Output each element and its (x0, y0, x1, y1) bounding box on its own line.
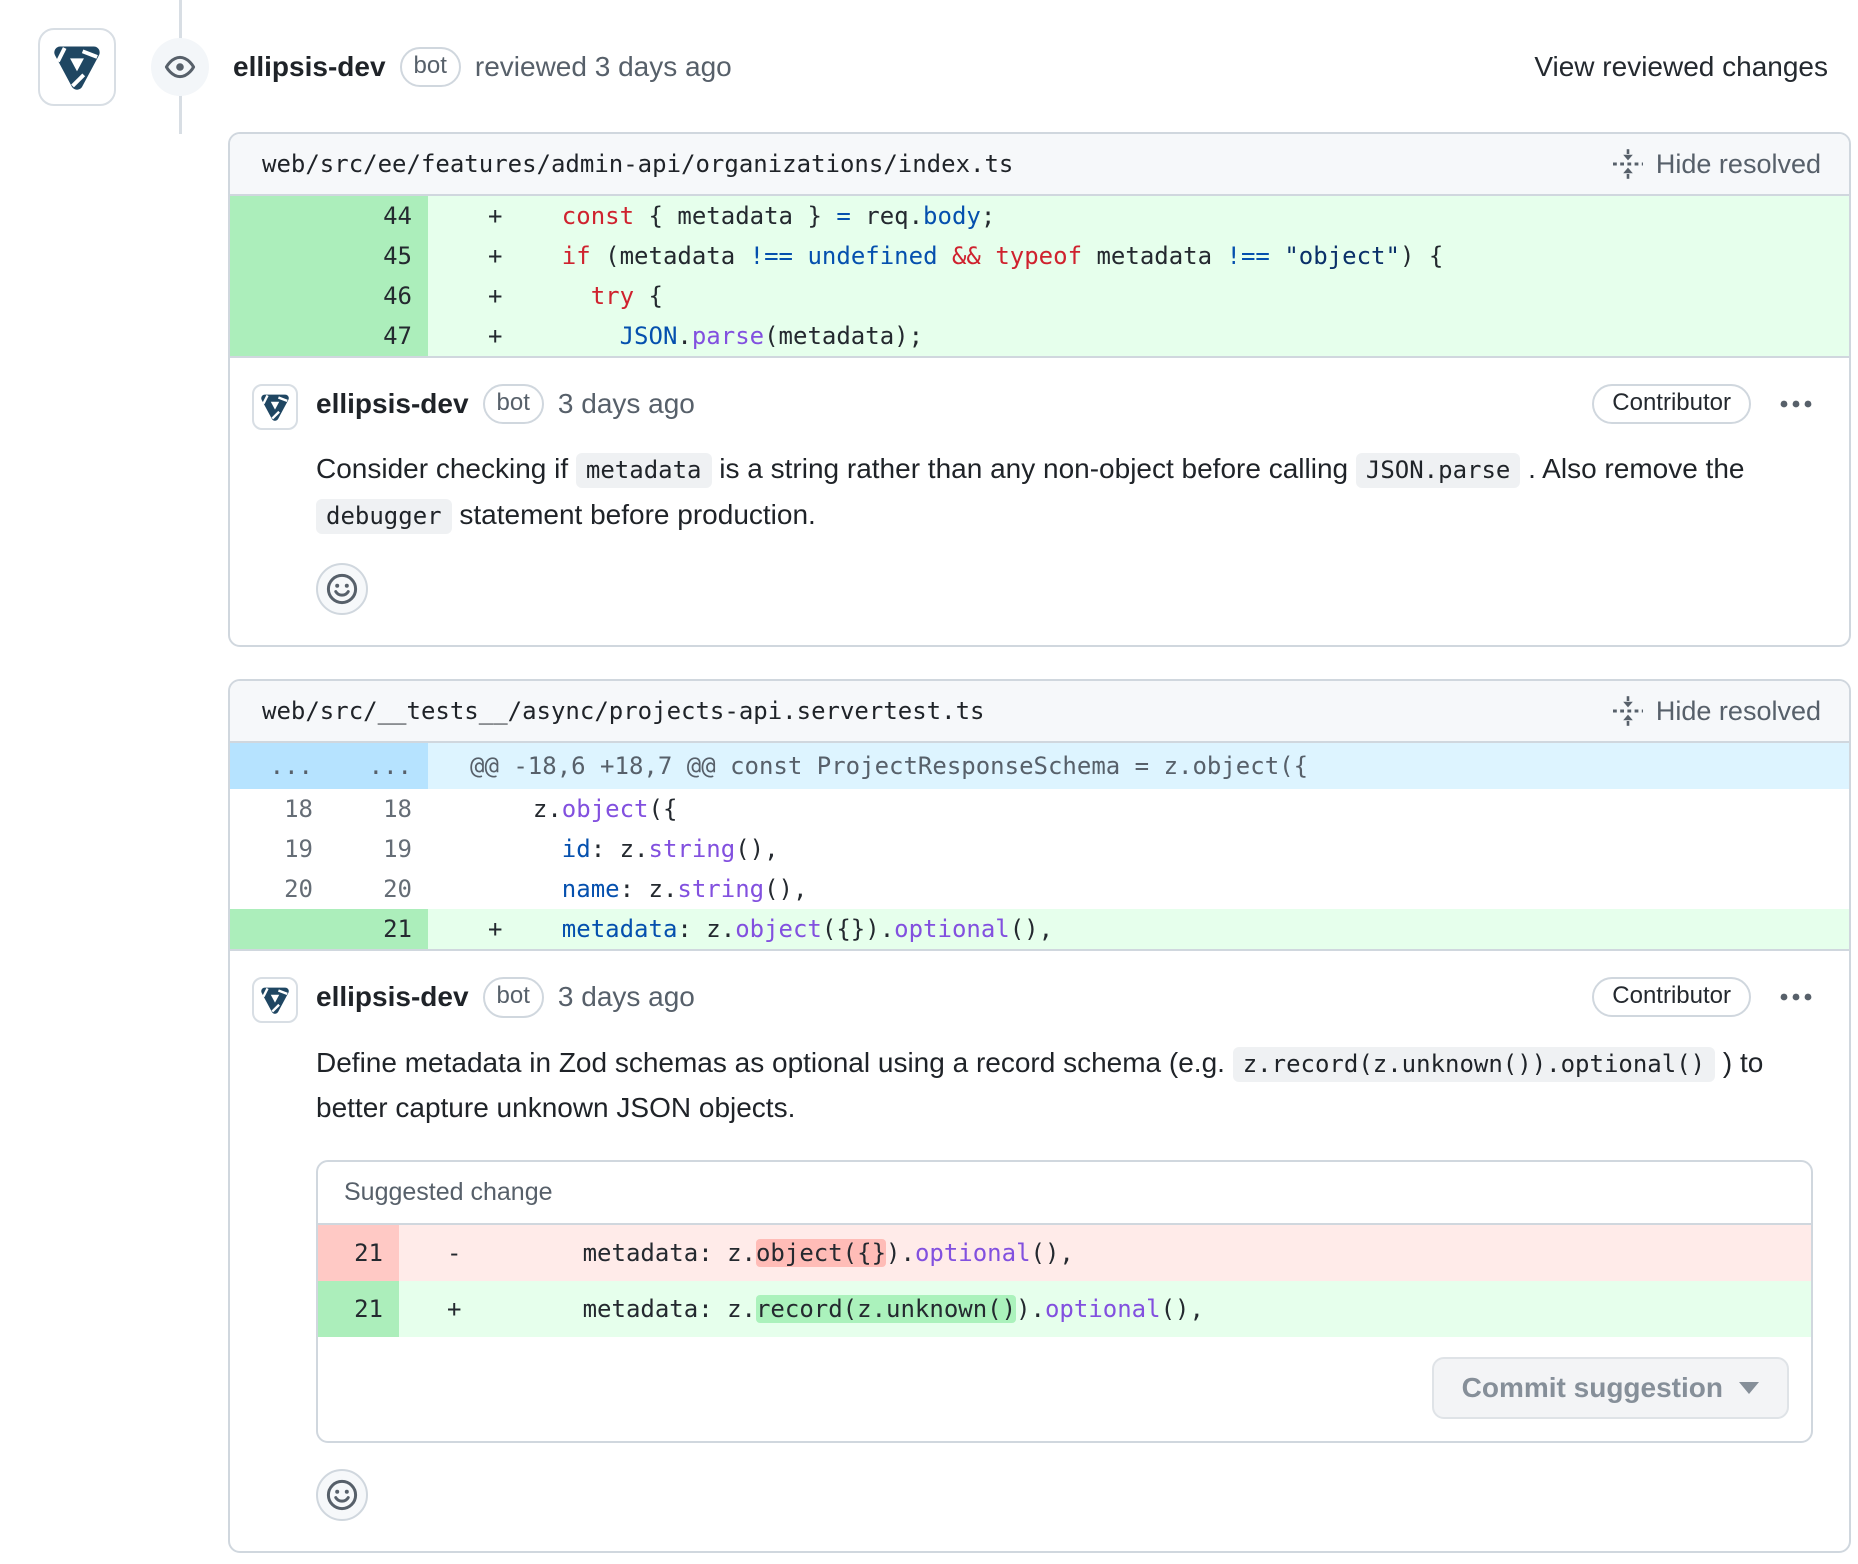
comment-options-button[interactable] (1779, 398, 1813, 410)
suggested-change-diff: 21- metadata: z.object({}).optional(),21… (318, 1225, 1811, 1337)
code-diff: 44+ const { metadata } = req.body;45+ if… (230, 196, 1849, 358)
commit-suggestion-label: Commit suggestion (1462, 1372, 1723, 1404)
eye-icon (151, 38, 209, 96)
kebab-icon (1779, 398, 1813, 410)
diff-row: 46+ try { (230, 276, 1849, 316)
file-path-link[interactable]: web/src/__tests__/async/projects-api.ser… (262, 697, 984, 725)
diff-row: ......@@ -18,6 +18,7 @@ const ProjectRes… (230, 743, 1849, 789)
comment-timestamp[interactable]: 3 days ago (558, 388, 695, 420)
smiley-icon (326, 573, 358, 605)
smiley-icon (326, 1479, 358, 1511)
comment-avatar[interactable] (252, 384, 298, 430)
suggestion-diff-row: 21- metadata: z.object({}).optional(), (318, 1225, 1811, 1281)
comment-author[interactable]: ellipsis-dev (316, 388, 469, 420)
add-reaction-button[interactable] (316, 563, 368, 615)
author-association-badge: Contributor (1592, 384, 1751, 424)
comment-author[interactable]: ellipsis-dev (316, 981, 469, 1013)
diff-row: 47+ JSON.parse(metadata); (230, 316, 1849, 356)
diff-row: 2020 name: z.string(), (230, 869, 1849, 909)
reviewer-name[interactable]: ellipsis-dev (233, 51, 386, 83)
review-thread-card-2: web/src/__tests__/async/projects-api.ser… (228, 679, 1851, 1553)
comment-header: ellipsis-dev bot 3 days ago Contributor (316, 384, 1813, 424)
hide-resolved-label: Hide resolved (1656, 149, 1821, 180)
hide-resolved-button[interactable]: Hide resolved (1612, 695, 1821, 727)
commit-suggestion-button[interactable]: Commit suggestion (1432, 1357, 1789, 1419)
add-reaction-button[interactable] (316, 1469, 368, 1521)
reviewer-avatar[interactable] (38, 28, 116, 106)
comment-body: Consider checking if metadata is a strin… (316, 446, 1813, 537)
bot-badge: bot (483, 977, 544, 1017)
diff-row: 1818 z.object({ (230, 789, 1849, 829)
review-comment: ellipsis-dev bot 3 days ago Contributor … (230, 358, 1849, 645)
ellipsis-logo-icon (258, 390, 292, 424)
ellipsis-logo-icon (258, 983, 292, 1017)
caret-down-icon (1739, 1382, 1759, 1394)
diff-row: 45+ if (metadata !== undefined && typeof… (230, 236, 1849, 276)
review-comment: ellipsis-dev bot 3 days ago Contributor … (230, 951, 1849, 1551)
review-thread-card-1: web/src/ee/features/admin-api/organizati… (228, 132, 1851, 647)
view-reviewed-changes-link[interactable]: View reviewed changes (1534, 51, 1828, 83)
kebab-icon (1779, 991, 1813, 1003)
suggested-change-title: Suggested change (318, 1162, 1811, 1225)
ellipsis-logo-icon (49, 39, 105, 95)
file-header: web/src/__tests__/async/projects-api.ser… (230, 681, 1849, 743)
hide-resolved-button[interactable]: Hide resolved (1612, 148, 1821, 180)
review-header: ellipsis-dev bot reviewed 3 days ago Vie… (0, 0, 1858, 106)
file-header: web/src/ee/features/admin-api/organizati… (230, 134, 1849, 196)
comment-options-button[interactable] (1779, 991, 1813, 1003)
diff-row: 44+ const { metadata } = req.body; (230, 196, 1849, 236)
review-cards: web/src/ee/features/admin-api/organizati… (228, 132, 1851, 1553)
diff-row: 21+ metadata: z.object({}).optional(), (230, 909, 1849, 949)
suggestion-diff-row: 21+ metadata: z.record(z.unknown()).opti… (318, 1281, 1811, 1337)
fold-icon (1612, 695, 1644, 727)
file-path-link[interactable]: web/src/ee/features/admin-api/organizati… (262, 150, 1013, 178)
bot-badge: bot (400, 47, 461, 87)
comment-avatar[interactable] (252, 977, 298, 1023)
comment-header: ellipsis-dev bot 3 days ago Contributor (316, 977, 1813, 1017)
review-action-text: reviewed 3 days ago (475, 51, 732, 83)
hide-resolved-label: Hide resolved (1656, 696, 1821, 727)
author-association-badge: Contributor (1592, 977, 1751, 1017)
comment-timestamp[interactable]: 3 days ago (558, 981, 695, 1013)
diff-row: 1919 id: z.string(), (230, 829, 1849, 869)
code-diff: ......@@ -18,6 +18,7 @@ const ProjectRes… (230, 743, 1849, 951)
suggested-change-block: Suggested change 21- metadata: z.object(… (316, 1160, 1813, 1443)
comment-body: Define metadata in Zod schemas as option… (316, 1040, 1813, 1131)
bot-badge: bot (483, 384, 544, 424)
fold-icon (1612, 148, 1644, 180)
